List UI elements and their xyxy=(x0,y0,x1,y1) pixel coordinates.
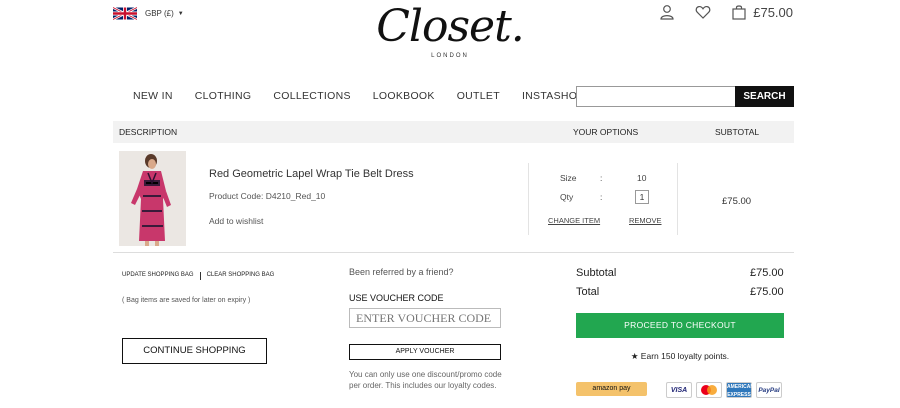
nav-collections[interactable]: COLLECTIONS xyxy=(262,90,361,102)
item-subtotal: £75.00 xyxy=(722,196,752,207)
account-icon[interactable] xyxy=(659,4,675,20)
product-code: Product Code: D4210_Red_10 xyxy=(209,191,326,201)
saved-items-note: ( Bag items are saved for later on expir… xyxy=(122,297,251,304)
site-logo[interactable]: Closet. LONDON xyxy=(370,1,530,60)
main-nav: NEW IN CLOTHING COLLECTIONS LOOKBOOK OUT… xyxy=(122,90,596,102)
loyalty-points-note: ★ Earn 150 loyalty points. xyxy=(630,351,730,361)
total-value: £75.00 xyxy=(750,286,784,298)
amex-icon: AMERICAN EXPRESS xyxy=(726,382,754,398)
cart-table-header: DESCRIPTION YOUR OPTIONS SUBTOTAL xyxy=(113,121,794,143)
continue-shopping-button[interactable]: CONTINUE SHOPPING xyxy=(122,338,267,364)
column-options: YOUR OPTIONS xyxy=(573,127,639,137)
mastercard-icon xyxy=(696,382,722,398)
total-label: Total xyxy=(576,286,600,298)
shopping-bag-button[interactable]: £75.00 xyxy=(731,4,793,20)
qty-label: Qty xyxy=(560,192,574,202)
currency-selector[interactable]: GBP (£) ▼ xyxy=(113,7,184,20)
voucher-code-input[interactable] xyxy=(349,308,501,328)
change-item-link[interactable]: CHANGE ITEM xyxy=(548,216,600,225)
logo-subtitle: LONDON xyxy=(431,53,469,59)
divider xyxy=(199,272,201,280)
add-to-wishlist-link[interactable]: Add to wishlist xyxy=(209,216,263,226)
shopping-bag-icon xyxy=(732,5,746,20)
column-subtotal: SUBTOTAL xyxy=(715,127,760,137)
product-image xyxy=(119,151,186,246)
wishlist-heart-icon[interactable] xyxy=(695,4,711,20)
nav-lookbook[interactable]: LOOKBOOK xyxy=(362,90,446,102)
qty-colon: : xyxy=(600,192,603,202)
uk-flag-icon xyxy=(113,7,137,20)
logo-wordmark: Closet. xyxy=(376,1,525,52)
referral-link[interactable]: Been referred by a friend? xyxy=(349,267,454,277)
voucher-note: You can only use one discount/promo code… xyxy=(349,370,502,390)
search-form: SEARCH xyxy=(576,86,794,107)
nav-new-in[interactable]: NEW IN xyxy=(122,90,184,102)
bag-total: £75.00 xyxy=(753,4,793,20)
caret-down-icon: ▼ xyxy=(177,10,184,17)
voucher-label: USE VOUCHER CODE xyxy=(349,293,444,303)
visa-icon: VISA xyxy=(666,382,692,398)
update-bag-link[interactable]: UPDATE SHOPPING BAG xyxy=(122,272,194,280)
cart-item-row: Red Geometric Lapel Wrap Tie Belt Dress … xyxy=(113,143,794,253)
proceed-to-checkout-button[interactable]: PROCEED TO CHECKOUT xyxy=(576,313,784,338)
item-options: Size : 10 Qty : 1 CHANGE ITEM REMOVE xyxy=(528,163,678,235)
nav-outlet[interactable]: OUTLET xyxy=(446,90,511,102)
size-label: Size xyxy=(560,173,577,183)
product-name[interactable]: Red Geometric Lapel Wrap Tie Belt Dress xyxy=(209,168,414,180)
product-thumbnail[interactable] xyxy=(119,151,186,246)
currency-label: GBP (£) xyxy=(145,9,174,18)
search-button[interactable]: SEARCH xyxy=(735,86,794,107)
bag-actions: UPDATE SHOPPING BAG CLEAR SHOPPING BAG xyxy=(122,272,274,280)
size-value: 10 xyxy=(637,173,647,183)
size-colon: : xyxy=(600,173,603,183)
nav-clothing[interactable]: CLOTHING xyxy=(184,90,263,102)
paypal-icon: PayPal xyxy=(756,382,782,398)
subtotal-value: £75.00 xyxy=(750,267,784,279)
quantity-input[interactable]: 1 xyxy=(635,190,649,204)
column-description: DESCRIPTION xyxy=(119,127,178,137)
clear-bag-link[interactable]: CLEAR SHOPPING BAG xyxy=(207,272,275,280)
amazon-pay-button[interactable]: amazon pay xyxy=(576,382,647,396)
remove-item-link[interactable]: REMOVE xyxy=(629,216,662,225)
apply-voucher-button[interactable]: APPLY VOUCHER xyxy=(349,344,501,360)
header-actions: £75.00 xyxy=(659,4,793,20)
subtotal-label: Subtotal xyxy=(576,267,617,279)
search-input[interactable] xyxy=(576,86,735,107)
